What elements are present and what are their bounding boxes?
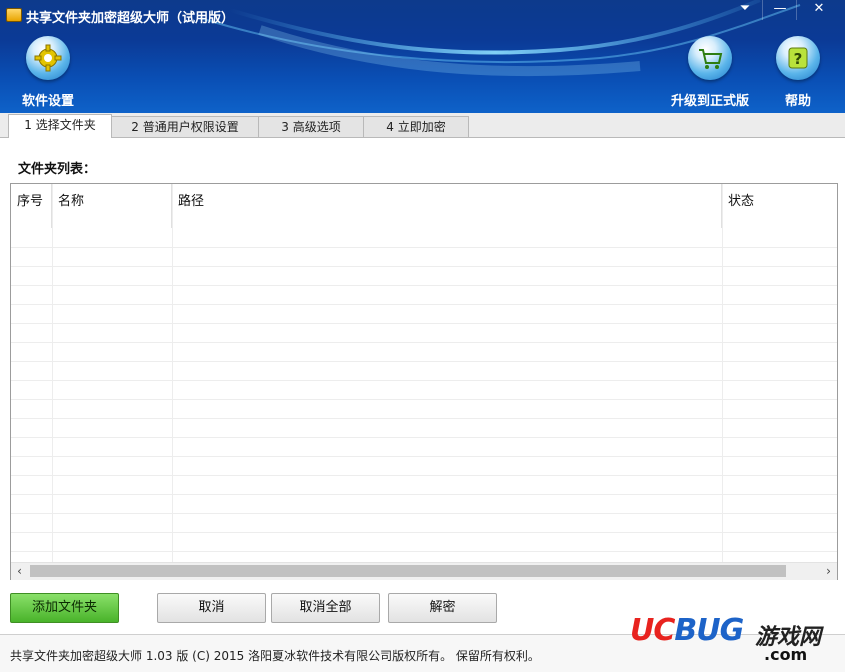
close-button[interactable]: ✕ bbox=[796, 0, 841, 20]
help-button[interactable]: ? 帮助 bbox=[774, 36, 822, 109]
table-row[interactable] bbox=[11, 342, 837, 362]
table-row[interactable] bbox=[11, 456, 837, 476]
copyright-text: 共享文件夹加密超级大师 1.03 版 (C) 2015 洛阳夏冰软件技术有限公司… bbox=[10, 649, 540, 663]
tab-encrypt-now[interactable]: 4 立即加密 bbox=[363, 116, 469, 137]
help-label: 帮助 bbox=[784, 94, 811, 109]
app-icon bbox=[6, 8, 22, 22]
scroll-right-icon[interactable]: › bbox=[820, 563, 837, 580]
column-header-index[interactable]: 序号 bbox=[11, 184, 52, 228]
column-divider bbox=[52, 184, 53, 562]
folder-list-label: 文件夹列表： bbox=[18, 162, 97, 177]
tab-user-permissions[interactable]: 2 普通用户权限设置 bbox=[111, 116, 259, 137]
menu-dropdown-button[interactable]: ⏷ bbox=[728, 0, 762, 20]
svg-text:?: ? bbox=[794, 50, 803, 68]
decrypt-button[interactable]: 解密 bbox=[388, 593, 497, 623]
table-row[interactable] bbox=[11, 513, 837, 533]
table-row[interactable] bbox=[11, 266, 837, 286]
upgrade-button[interactable]: 升级到正式版 bbox=[668, 36, 752, 109]
table-row[interactable] bbox=[11, 228, 837, 248]
help-icon: ? bbox=[776, 36, 820, 80]
upgrade-label: 升级到正式版 bbox=[670, 94, 749, 109]
table-row[interactable] bbox=[11, 304, 837, 324]
add-folder-button[interactable]: 添加文件夹 bbox=[10, 593, 119, 623]
scroll-left-icon[interactable]: ‹ bbox=[11, 563, 28, 580]
tab-bar: 1 选择文件夹 2 普通用户权限设置 3 高级选项 4 立即加密 bbox=[0, 113, 845, 138]
column-divider bbox=[722, 184, 723, 562]
horizontal-scrollbar[interactable]: ‹ › bbox=[11, 562, 837, 580]
table-row[interactable] bbox=[11, 323, 837, 343]
cancel-all-button[interactable]: 取消全部 bbox=[271, 593, 380, 623]
watermark-bug: BUG bbox=[674, 613, 744, 648]
tab-advanced-options[interactable]: 3 高级选项 bbox=[258, 116, 364, 137]
table-row[interactable] bbox=[11, 285, 837, 305]
app-window: 共享文件夹加密超级大师（试用版） ⏷ — ✕ 软件设置 升级到正式版 ? 帮助 … bbox=[0, 0, 845, 672]
column-header-status[interactable]: 状态 bbox=[722, 184, 837, 228]
folder-table[interactable]: 序号 名称 路径 状态 ‹ › bbox=[10, 183, 838, 580]
column-header-name[interactable]: 名称 bbox=[52, 184, 172, 228]
window-title: 共享文件夹加密超级大师（试用版） bbox=[26, 11, 235, 26]
table-row[interactable] bbox=[11, 418, 837, 438]
scrollbar-thumb[interactable] bbox=[30, 565, 786, 577]
table-row[interactable] bbox=[11, 399, 837, 419]
table-row[interactable] bbox=[11, 532, 837, 552]
column-divider bbox=[172, 184, 173, 562]
watermark-brand: UCBUG bbox=[630, 613, 744, 648]
table-header: 序号 名称 路径 状态 bbox=[11, 184, 837, 228]
table-row[interactable] bbox=[11, 361, 837, 381]
column-header-path[interactable]: 路径 bbox=[172, 184, 722, 228]
table-row[interactable] bbox=[11, 475, 837, 495]
gear-icon bbox=[26, 36, 70, 80]
table-row[interactable] bbox=[11, 494, 837, 514]
tab-select-folder[interactable]: 1 选择文件夹 bbox=[8, 114, 112, 138]
settings-button[interactable]: 软件设置 bbox=[16, 36, 80, 109]
watermark-uc: UC bbox=[630, 613, 675, 648]
minimize-button[interactable]: — bbox=[762, 0, 797, 20]
table-row[interactable] bbox=[11, 437, 837, 457]
cart-icon bbox=[688, 36, 732, 80]
table-row[interactable] bbox=[11, 380, 837, 400]
header-banner: 共享文件夹加密超级大师（试用版） ⏷ — ✕ 软件设置 升级到正式版 ? 帮助 bbox=[0, 0, 845, 113]
cancel-button[interactable]: 取消 bbox=[157, 593, 266, 623]
watermark-domain: .com bbox=[764, 645, 808, 664]
settings-label: 软件设置 bbox=[21, 94, 74, 109]
watermark-logo: UCBUG 游戏网 .com bbox=[630, 613, 840, 665]
table-body bbox=[11, 228, 837, 562]
table-row[interactable] bbox=[11, 247, 837, 267]
title-bar[interactable]: 共享文件夹加密超级大师（试用版） ⏷ — ✕ bbox=[0, 0, 845, 28]
